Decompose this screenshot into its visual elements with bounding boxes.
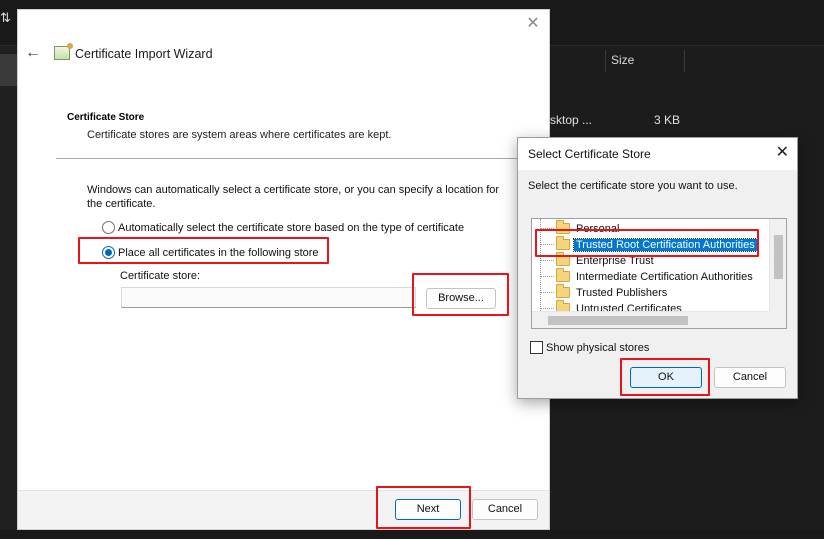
header-divider <box>56 158 551 159</box>
close-icon[interactable]: ✕ <box>776 144 789 162</box>
dialog-cancel-button[interactable]: Cancel <box>714 367 786 388</box>
radio-auto-select[interactable]: Automatically select the certificate sto… <box>102 221 464 234</box>
show-physical-stores-label: Show physical stores <box>546 341 650 354</box>
tree-horizontal-scrollbar[interactable] <box>532 311 769 328</box>
file-row-name[interactable]: sktop ... <box>550 113 592 127</box>
dialog-title: Select Certificate Store <box>528 147 651 161</box>
folder-icon <box>556 268 570 282</box>
folder-icon <box>556 236 570 250</box>
sort-icon[interactable]: ⇅ <box>0 10 11 26</box>
show-physical-stores[interactable]: Show physical stores <box>530 341 649 354</box>
folder-icon <box>556 284 570 298</box>
dialog-prompt: Select the certificate store you want to… <box>528 180 738 192</box>
certificate-app-icon <box>54 43 73 60</box>
dialog-titlebar: Select Certificate Store ✕ <box>518 138 797 170</box>
radio-button-checked[interactable] <box>102 246 115 259</box>
certificate-store-tree[interactable]: Personal Trusted Root Certification Auth… <box>531 218 787 329</box>
explorer-column-header <box>550 46 824 74</box>
folder-icon <box>556 220 570 234</box>
radio-place-in-store[interactable]: Place all certificates in the following … <box>102 246 319 259</box>
page-subheading: Certificate stores are system areas wher… <box>87 129 392 141</box>
column-header-size[interactable]: Size <box>611 53 634 67</box>
wizard-footer <box>18 490 549 529</box>
file-row-size: 3 KB <box>654 113 681 127</box>
explorer-status-bar <box>0 530 824 539</box>
ok-button[interactable]: OK <box>630 367 702 388</box>
tree-item-trusted-root[interactable]: Trusted Root Certification Authorities <box>540 236 758 252</box>
page-heading: Certificate Store <box>67 112 145 123</box>
explorer-nav-pane <box>0 46 17 539</box>
tree-item-untrusted[interactable]: Untrusted Certificates <box>540 300 684 311</box>
tree-vertical-scrollbar[interactable] <box>769 219 786 311</box>
radio-button-unchecked[interactable] <box>102 221 115 234</box>
column-divider[interactable] <box>605 50 606 72</box>
scrollbar-thumb[interactable] <box>774 235 783 279</box>
tree-item-personal[interactable]: Personal <box>540 220 621 236</box>
nav-selected-item[interactable] <box>0 54 17 86</box>
tree-item-enterprise-trust[interactable]: Enterprise Trust <box>540 252 656 268</box>
folder-icon <box>556 300 570 311</box>
browse-button[interactable]: Browse... <box>426 288 496 309</box>
tree-item-intermediate[interactable]: Intermediate Certification Authorities <box>540 268 755 284</box>
next-button[interactable]: Next <box>395 499 461 520</box>
back-arrow-icon[interactable]: ← <box>25 44 41 62</box>
scrollbar-corner <box>769 311 786 328</box>
certificate-import-wizard-window: ✕ ← Certificate Import Wizard Certificat… <box>17 9 551 530</box>
wizard-title: Certificate Import Wizard <box>75 47 213 61</box>
select-certificate-store-dialog: Select Certificate Store ✕ Select the ce… <box>517 137 798 399</box>
certificate-store-field[interactable] <box>121 287 416 308</box>
cancel-button[interactable]: Cancel <box>472 499 538 520</box>
column-divider[interactable] <box>684 50 685 72</box>
radio-auto-select-label: Automatically select the certificate sto… <box>118 221 465 234</box>
show-physical-stores-checkbox[interactable] <box>530 341 543 354</box>
folder-icon <box>556 252 570 266</box>
scrollbar-thumb[interactable] <box>548 316 688 325</box>
close-icon[interactable]: ✕ <box>525 16 541 32</box>
certificate-store-label: Certificate store: <box>120 270 201 282</box>
tree-item-trusted-publishers[interactable]: Trusted Publishers <box>540 284 669 300</box>
radio-place-in-store-label: Place all certificates in the following … <box>118 246 319 259</box>
intro-text: Windows can automatically select a certi… <box>87 184 500 210</box>
